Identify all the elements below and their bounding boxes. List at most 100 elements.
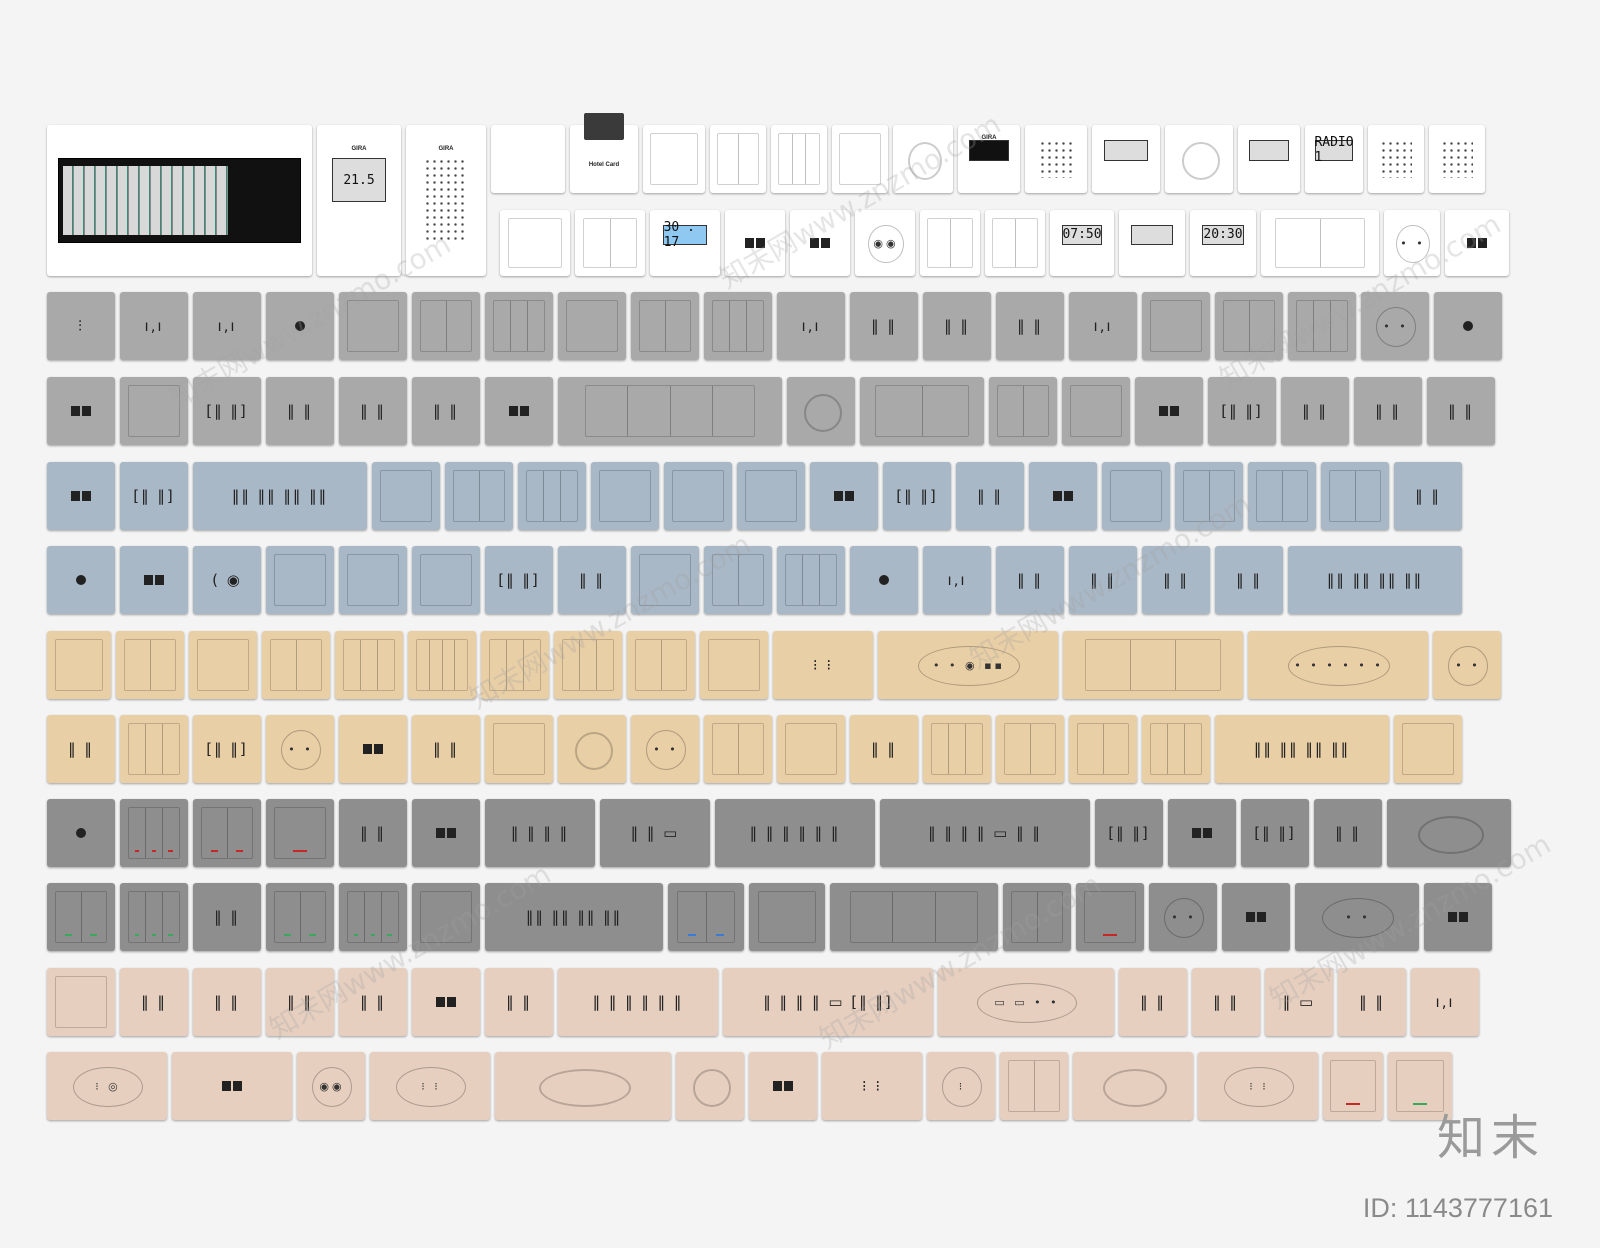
round-socket: • • • • • •: [1287, 645, 1391, 687]
rocker: [876, 386, 923, 436]
socket-plate: ‖ ‖: [1338, 968, 1406, 1036]
rocker: [163, 892, 179, 942]
socket-plate: [‖ ‖]: [193, 715, 261, 783]
switch-plate: [923, 715, 991, 783]
rocker-frame: [777, 133, 821, 185]
led-indicator: [1346, 1102, 1360, 1105]
data-port-plate: [412, 799, 480, 867]
rocker: [129, 808, 147, 858]
socket-holes: ‖ ‖: [871, 317, 897, 335]
socket-plate: ‖ ‖ ‖ ‖ ▭ [‖ ‖]: [723, 968, 933, 1036]
switch-plate: [777, 715, 845, 783]
rj45-port-icon: [436, 828, 456, 838]
rocker-frame: [992, 217, 1038, 269]
rj45-port-icon: [810, 238, 830, 248]
rocker: [129, 724, 147, 774]
rocker-frame: [712, 554, 764, 606]
socket-plate: ‖ ‖: [1215, 546, 1283, 614]
rocker-frame: [1296, 300, 1348, 352]
round-socket: • •: [1322, 897, 1394, 939]
rocker: [524, 640, 540, 690]
socket-holes: [‖ ‖]: [1254, 824, 1296, 842]
socket-plate: ‖ ‖: [193, 968, 261, 1036]
rocker: [511, 301, 528, 351]
socket-holes: ‖ ‖: [1213, 993, 1239, 1011]
rocker: [662, 640, 686, 690]
round-socket-plate: ⁝: [927, 1052, 995, 1120]
rocker-frame: [716, 133, 760, 185]
rocker-frame: [526, 470, 578, 522]
plate-row: [‖ ‖] ‖‖ ‖‖ ‖‖ ‖‖ [‖ ‖] ‖ ‖ ‖ ‖: [47, 462, 1549, 530]
socket-holes: ‖ ‖: [1375, 402, 1401, 420]
socket-holes: ‖ ‖: [1359, 993, 1385, 1011]
rocker: [998, 386, 1024, 436]
rocker: [597, 640, 613, 690]
round-socket: • •: [1163, 897, 1205, 939]
round-socket: ◉◉: [311, 1066, 353, 1108]
rocker: [455, 640, 467, 690]
rocker-frame: [54, 639, 104, 691]
dimmer-plate: [893, 125, 953, 193]
data-port-plate: [1222, 883, 1290, 951]
single-pin-plate: [47, 799, 115, 867]
data-port-plate: [810, 462, 878, 530]
round-socket: ⁝: [941, 1066, 983, 1108]
switch-plate: [575, 210, 645, 276]
round-socket-plate: • • ◉ ▪▪: [878, 631, 1058, 699]
switch-plate: [704, 546, 772, 614]
socket-holes: ‖ ‖: [287, 402, 313, 420]
rocker: [1403, 724, 1453, 774]
rocker: [730, 301, 747, 351]
dimmer-plate: [495, 1052, 671, 1120]
socket-plate: [491, 125, 565, 193]
switch-plate: [830, 883, 998, 951]
data-port-plate: [1445, 210, 1509, 276]
rocker-frame: [677, 891, 735, 943]
rocker-frame: [650, 133, 698, 185]
switch-plate: [631, 546, 699, 614]
switch-plate: [643, 125, 705, 193]
rocker: [421, 555, 471, 605]
rocker: [1111, 471, 1161, 521]
rj45-port-icon: [1192, 828, 1212, 838]
rocker-frame: [712, 300, 764, 352]
rocker-frame: [347, 891, 399, 943]
rocker: [378, 640, 394, 690]
rocker: [509, 219, 560, 267]
rocker-frame: [55, 976, 107, 1028]
rocker-frame: [1183, 470, 1235, 522]
rocker-frame: [1150, 300, 1202, 352]
switch-plate: [193, 799, 261, 867]
switch-plate: [989, 377, 1057, 445]
socket-holes: ‖ ‖: [1090, 571, 1116, 589]
rocker-frame: [1004, 723, 1056, 775]
rocker: [1085, 892, 1135, 942]
rocker-frame: [1256, 470, 1308, 522]
breaker-rail: [57, 158, 302, 243]
data-port-plate: [1168, 799, 1236, 867]
socket-plate: ⁝ ⁝: [822, 1052, 922, 1120]
speaker-grille: [1038, 139, 1074, 179]
led-indicator: [716, 933, 725, 936]
single-pin-plate: [1434, 292, 1502, 360]
socket-holes: [491, 125, 565, 193]
switch-plate: [339, 292, 407, 360]
rocker-frame: [128, 807, 180, 859]
rj45-port-icon: [509, 406, 529, 416]
socket-plate: ‖ ‖: [412, 715, 480, 783]
round-socket-plate: • •: [1295, 883, 1419, 951]
socket-plate: ‖‖ ‖‖ ‖‖ ‖‖: [485, 883, 663, 951]
rocker: [381, 471, 431, 521]
lcd-display: 20:30: [1201, 224, 1245, 245]
rocker: [949, 724, 966, 774]
rj45-port-icon: [773, 1081, 793, 1091]
socket-plate: ‖ ‖: [1119, 968, 1187, 1036]
plate-row: ( ◉ [‖ ‖] ‖ ‖ ı‚ı ‖ ‖ ‖ ‖ ‖ ‖ ‖ ‖ ‖‖ ‖‖ ‖‖ ‖‖: [47, 546, 1549, 614]
round-socket-plate: ◉◉: [297, 1052, 365, 1120]
round-socket: • •: [1396, 224, 1430, 264]
switch-plate: [710, 125, 766, 193]
socket-plate: [‖ ‖]: [1241, 799, 1309, 867]
rocker: [494, 301, 512, 351]
socket-plate: ( ◉: [193, 546, 261, 614]
round-socket-plate: • • • • • •: [1248, 631, 1428, 699]
